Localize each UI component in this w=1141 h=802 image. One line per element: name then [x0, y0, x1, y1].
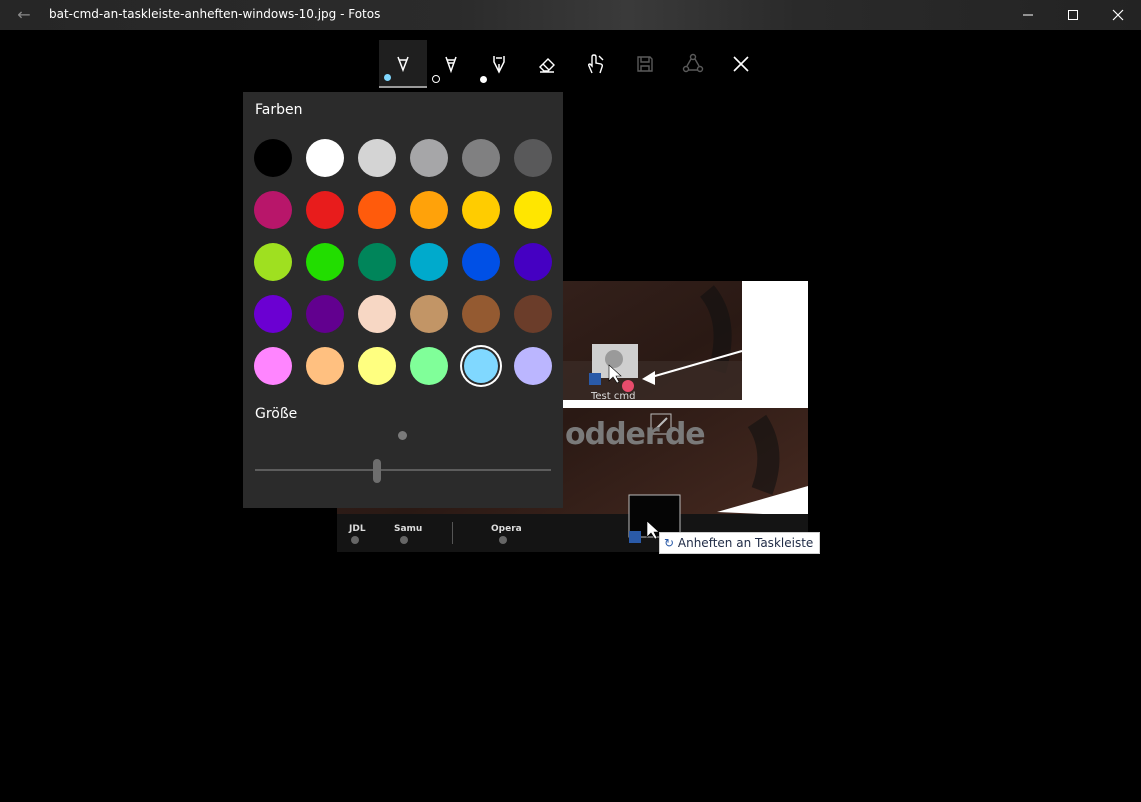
color-swatch[interactable]: [410, 347, 448, 385]
color-indicator-dot: [384, 74, 391, 81]
ballpoint-pen-tool[interactable]: [379, 40, 427, 88]
color-swatch[interactable]: [254, 243, 292, 281]
minimize-icon: [1023, 14, 1033, 16]
maximize-icon: [1068, 10, 1078, 20]
color-swatch[interactable]: [410, 243, 448, 281]
color-swatch[interactable]: [514, 191, 552, 229]
color-indicator-dot: [480, 76, 487, 83]
close-icon: [1112, 9, 1124, 21]
save-tool[interactable]: [621, 40, 669, 88]
color-indicator-dot: [432, 75, 440, 83]
color-swatch[interactable]: [254, 191, 292, 229]
size-slider-track[interactable]: [255, 469, 551, 471]
color-swatch[interactable]: [306, 295, 344, 333]
color-swatch[interactable]: [514, 139, 552, 177]
color-swatch[interactable]: [462, 295, 500, 333]
color-swatch[interactable]: [462, 191, 500, 229]
calligraphy-pen-tool[interactable]: [475, 40, 523, 88]
color-swatch[interactable]: [358, 191, 396, 229]
pin-icon: ↻: [664, 536, 675, 550]
share-icon: [682, 53, 704, 73]
pin-tooltip: ↻ Anheften an Taskleiste: [659, 532, 821, 554]
ballpoint-pen-icon: [397, 56, 409, 73]
color-swatch[interactable]: [462, 139, 500, 177]
touch-writing-tool[interactable]: [571, 40, 619, 88]
close-icon: [733, 56, 749, 72]
window-title: bat-cmd-an-taskleiste-anheften-windows-1…: [49, 7, 381, 21]
color-swatch[interactable]: [464, 349, 498, 383]
watermark-text: odder.de: [565, 417, 706, 452]
color-swatch[interactable]: [306, 243, 344, 281]
color-swatch[interactable]: [358, 347, 396, 385]
ink-toolbar: [378, 40, 768, 90]
size-slider-thumb[interactable]: [373, 459, 382, 483]
touch-writing-icon: [587, 54, 604, 74]
color-swatch[interactable]: [410, 191, 448, 229]
eraser-icon: [539, 58, 555, 73]
color-swatch[interactable]: [306, 139, 344, 177]
taskbar-item-jdl: JDL: [349, 524, 366, 534]
color-swatch[interactable]: [306, 347, 344, 385]
pencil-tool[interactable]: [427, 40, 475, 88]
tooltip-text: Anheften an Taskleiste: [677, 536, 814, 550]
close-window-button[interactable]: [1095, 0, 1141, 30]
color-swatch[interactable]: [462, 243, 500, 281]
minimize-button[interactable]: [1005, 0, 1051, 30]
color-swatch[interactable]: [514, 243, 552, 281]
color-swatch[interactable]: [410, 139, 448, 177]
file-label: Test cmd: [591, 391, 636, 402]
save-icon: [637, 56, 653, 72]
size-preview-dot: [398, 431, 407, 440]
color-swatch[interactable]: [514, 347, 552, 385]
share-tool[interactable]: [669, 40, 717, 88]
back-arrow-icon[interactable]: ←: [12, 5, 36, 25]
color-panel: Farben Größe: [243, 92, 563, 508]
maximize-button[interactable]: [1050, 0, 1096, 30]
eraser-tool[interactable]: [523, 40, 571, 88]
calligraphy-pen-icon: [493, 56, 505, 74]
color-swatch[interactable]: [358, 139, 396, 177]
color-swatch[interactable]: [254, 347, 292, 385]
colors-heading: Farben: [255, 102, 303, 118]
taskbar-item-opera: Opera: [491, 524, 522, 534]
color-swatch[interactable]: [306, 191, 344, 229]
title-bar: ← bat-cmd-an-taskleiste-anheften-windows…: [0, 0, 1141, 30]
pencil-icon: [445, 56, 457, 74]
taskbar-item-samu: Samu: [394, 524, 423, 534]
color-swatch[interactable]: [358, 295, 396, 333]
close-ink-tool[interactable]: [717, 40, 765, 88]
size-heading: Größe: [255, 406, 298, 422]
color-swatch[interactable]: [254, 295, 292, 333]
color-swatch[interactable]: [514, 295, 552, 333]
color-swatch[interactable]: [254, 139, 292, 177]
color-swatch[interactable]: [358, 243, 396, 281]
color-swatch[interactable]: [410, 295, 448, 333]
